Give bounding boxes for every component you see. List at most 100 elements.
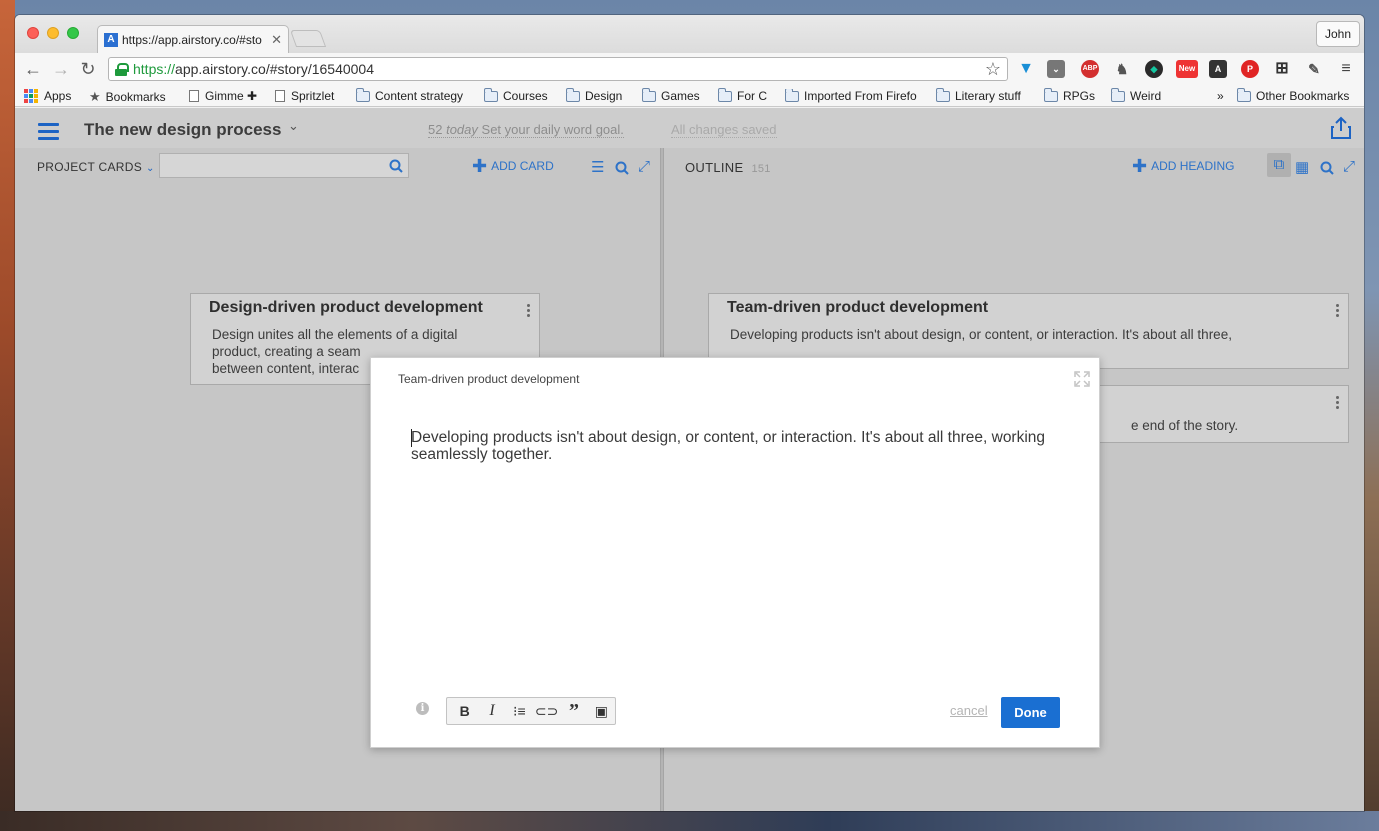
grid-icon[interactable]: ⊞ bbox=[1273, 60, 1291, 78]
bookmark-apps[interactable]: Apps bbox=[24, 89, 71, 103]
url-scheme: https:// bbox=[133, 61, 176, 77]
editor-textarea[interactable]: Developing products isn't about design, … bbox=[411, 429, 1061, 463]
grid-view-icon[interactable]: ▦ bbox=[1295, 158, 1309, 176]
bookmark-folder-weird[interactable]: Weird bbox=[1111, 87, 1161, 103]
url-text: app.airstory.co/#story/16540004 bbox=[175, 61, 375, 77]
window-maximize-button[interactable] bbox=[67, 27, 79, 39]
word-goal-link[interactable]: 52 today Set your daily word goal. bbox=[428, 122, 624, 138]
tab-close-icon[interactable]: ✕ bbox=[271, 32, 282, 48]
airstory-favicon-icon: A bbox=[104, 32, 118, 47]
card-menu-icon[interactable] bbox=[527, 304, 530, 319]
cancel-button[interactable]: cancel bbox=[950, 703, 988, 718]
project-title[interactable]: The new design process bbox=[84, 120, 281, 140]
window-minimize-button[interactable] bbox=[47, 27, 59, 39]
airstory-icon[interactable]: A bbox=[1209, 60, 1227, 78]
bookmark-bookmarks[interactable]: ★ Bookmarks bbox=[89, 89, 166, 105]
add-card-button[interactable]: ✚ ADD CARD bbox=[472, 157, 554, 175]
zoom-icon[interactable] bbox=[615, 161, 629, 175]
share-icon[interactable] bbox=[1330, 116, 1352, 140]
outline-label: OUTLINE 151 bbox=[685, 160, 771, 175]
save-status: All changes saved bbox=[671, 122, 777, 138]
vimeo-icon[interactable]: ▼ bbox=[1017, 60, 1035, 78]
app-header: The new design process ⌄ 52 today Set yo… bbox=[15, 108, 1364, 148]
pinterest-icon[interactable]: P bbox=[1241, 60, 1259, 78]
bookmarks-overflow-chevron[interactable]: » bbox=[1217, 89, 1224, 103]
info-icon[interactable]: i bbox=[416, 702, 429, 715]
reload-icon[interactable]: ↻ bbox=[78, 59, 98, 79]
folder-icon bbox=[484, 87, 498, 102]
done-button[interactable]: Done bbox=[1001, 697, 1060, 728]
outline-toolbar: OUTLINE 151 ✚ ADD HEADING ⧉ ▦ ⤢ bbox=[664, 148, 1364, 182]
project-cards-dropdown[interactable]: PROJECT CARDS ⌄ bbox=[37, 160, 155, 174]
desktop-background bbox=[0, 0, 15, 831]
menu-icon[interactable]: ≡ bbox=[1337, 60, 1355, 78]
card-title: Team-driven product development bbox=[727, 299, 989, 316]
bookmarks-bar: Apps ★ Bookmarks Gimme ✚ Spritzlet Conte… bbox=[15, 85, 1364, 107]
tab-title: https://app.airstory.co/#sto bbox=[122, 32, 262, 47]
bookmark-gimme[interactable]: Gimme ✚ bbox=[189, 89, 257, 103]
eyedropper-icon[interactable]: ✎ bbox=[1305, 60, 1323, 78]
back-arrow-icon[interactable]: ← bbox=[23, 59, 43, 79]
folder-icon bbox=[936, 87, 950, 102]
chevron-down-icon[interactable]: ⌄ bbox=[288, 118, 299, 134]
add-heading-button[interactable]: ✚ ADD HEADING bbox=[1132, 156, 1234, 176]
folder-icon bbox=[1044, 87, 1058, 102]
italic-button[interactable]: I bbox=[478, 698, 505, 724]
bookmark-folder-design[interactable]: Design bbox=[566, 87, 622, 103]
pocket-icon[interactable]: ⌄ bbox=[1047, 60, 1065, 78]
card-menu-icon[interactable] bbox=[1336, 396, 1339, 411]
folder-icon bbox=[642, 87, 656, 102]
window-close-button[interactable] bbox=[27, 27, 39, 39]
chevron-down-icon: ⌄ bbox=[146, 163, 155, 174]
card-editor-modal: Team-driven product development Developi… bbox=[370, 357, 1100, 748]
expand-icon[interactable]: ⤢ bbox=[1343, 158, 1355, 175]
stacked-view-icon[interactable]: ⧉ bbox=[1267, 153, 1291, 177]
hamburger-menu-icon[interactable] bbox=[38, 123, 59, 144]
adblock-icon[interactable]: ABP bbox=[1081, 60, 1099, 78]
project-cards-toolbar: PROJECT CARDS ⌄ ✚ ADD CARD ☰ ⤢ bbox=[15, 148, 660, 182]
list-icon[interactable]: ⁝≡ bbox=[506, 698, 533, 724]
bookmark-spritzlet[interactable]: Spritzlet bbox=[275, 89, 334, 103]
link-icon[interactable]: ⊂⊃ bbox=[533, 698, 560, 724]
profile-button[interactable]: John bbox=[1315, 21, 1360, 47]
bookmark-folder-rpgs[interactable]: RPGs bbox=[1044, 87, 1095, 103]
bookmark-folder-other[interactable]: Other Bookmarks bbox=[1237, 87, 1349, 103]
page-icon bbox=[189, 90, 199, 102]
new-tab-button[interactable] bbox=[289, 30, 327, 47]
browser-toolbar: ← → ↻ https:// app.airstory.co/#story/16… bbox=[15, 53, 1364, 85]
zoom-icon[interactable] bbox=[1320, 161, 1334, 175]
card-search-input[interactable] bbox=[159, 153, 409, 178]
tab-strip: A https://app.airstory.co/#sto ✕ John bbox=[15, 15, 1364, 53]
list-view-icon[interactable]: ☰ bbox=[591, 158, 604, 176]
address-bar[interactable]: https:// app.airstory.co/#story/16540004… bbox=[108, 57, 1008, 81]
folder-icon bbox=[566, 87, 580, 102]
bookmark-folder-content-strategy[interactable]: Content strategy bbox=[356, 87, 463, 103]
card-body: e end of the story. bbox=[1131, 418, 1239, 433]
card-menu-icon[interactable] bbox=[1336, 304, 1339, 319]
folder-icon bbox=[356, 87, 370, 102]
page-icon bbox=[275, 90, 285, 102]
bookmark-folder-games[interactable]: Games bbox=[642, 87, 700, 103]
bookmark-star-icon[interactable]: ☆ bbox=[985, 59, 1001, 80]
bold-button[interactable]: B bbox=[451, 698, 478, 724]
desktop-background-bottom bbox=[0, 811, 1379, 831]
new-badge-icon[interactable]: New bbox=[1176, 60, 1198, 78]
airstory-app: The new design process ⌄ 52 today Set yo… bbox=[15, 108, 1364, 811]
modal-title: Team-driven product development bbox=[398, 372, 580, 386]
forward-arrow-icon[interactable]: → bbox=[51, 59, 71, 79]
expand-icon[interactable]: ⤢ bbox=[638, 158, 650, 175]
image-icon[interactable]: ▣ bbox=[588, 698, 615, 724]
plus-icon: ✚ bbox=[1132, 156, 1148, 176]
star-icon: ★ bbox=[89, 89, 101, 104]
fullscreen-icon[interactable] bbox=[1073, 370, 1091, 388]
bookmark-folder-for-c[interactable]: For C bbox=[718, 87, 767, 103]
browser-tab[interactable]: A https://app.airstory.co/#sto ✕ bbox=[97, 25, 289, 53]
folder-icon bbox=[1237, 87, 1251, 102]
folder-icon bbox=[1111, 87, 1125, 102]
bookmark-folder-imported[interactable]: Imported From Firefo bbox=[785, 89, 923, 103]
bookmark-folder-literary[interactable]: Literary stuff bbox=[936, 87, 1021, 103]
grammarly-icon[interactable]: ◆ bbox=[1145, 60, 1163, 78]
evernote-icon[interactable]: ♞ bbox=[1113, 60, 1131, 78]
quote-icon[interactable]: ” bbox=[560, 698, 587, 724]
bookmark-folder-courses[interactable]: Courses bbox=[484, 87, 548, 103]
